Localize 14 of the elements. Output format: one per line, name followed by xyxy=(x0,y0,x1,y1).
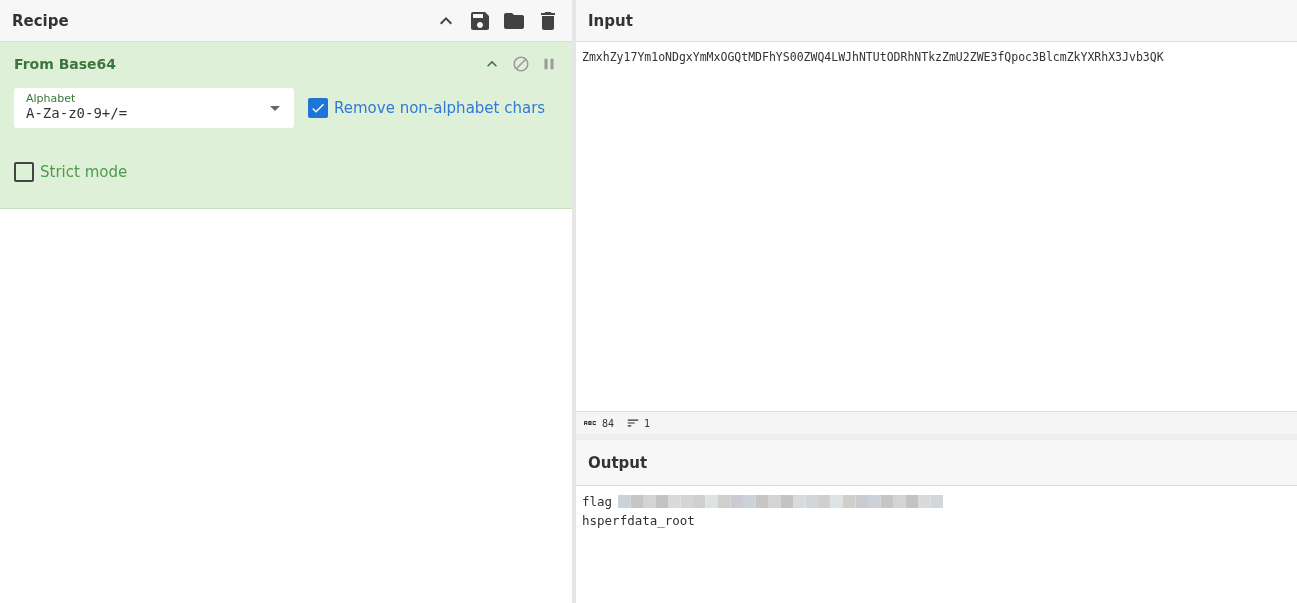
output-line: hsperfdata_root xyxy=(582,512,695,530)
checkbox-option[interactable]: Remove non-alphabet chars xyxy=(308,98,546,118)
length-count: 84 xyxy=(602,417,615,429)
output-line: flag xyxy=(582,493,613,511)
panel-title: Output xyxy=(588,453,648,472)
line-count: 1 xyxy=(644,417,651,429)
checkbox[interactable] xyxy=(308,98,328,118)
input-text[interactable]: ZmxhZy17Ym1oNDgxYmMxOGQtMDFhYS00ZWQ4LWJhNTUtODRhNTkzZmU2ZWE3fQpoc3BlcmZkYXRhX3Jvb3QK xyxy=(582,50,1164,64)
caret-icon xyxy=(270,106,280,111)
operation-title: From Base64 xyxy=(14,56,117,72)
panel-title: Input xyxy=(588,11,633,30)
checkbox[interactable] xyxy=(14,162,34,182)
panel-title: Recipe xyxy=(12,11,69,30)
alphabet-dropdown[interactable]: Alphabet A-Za-z0-9+/= xyxy=(14,88,294,128)
